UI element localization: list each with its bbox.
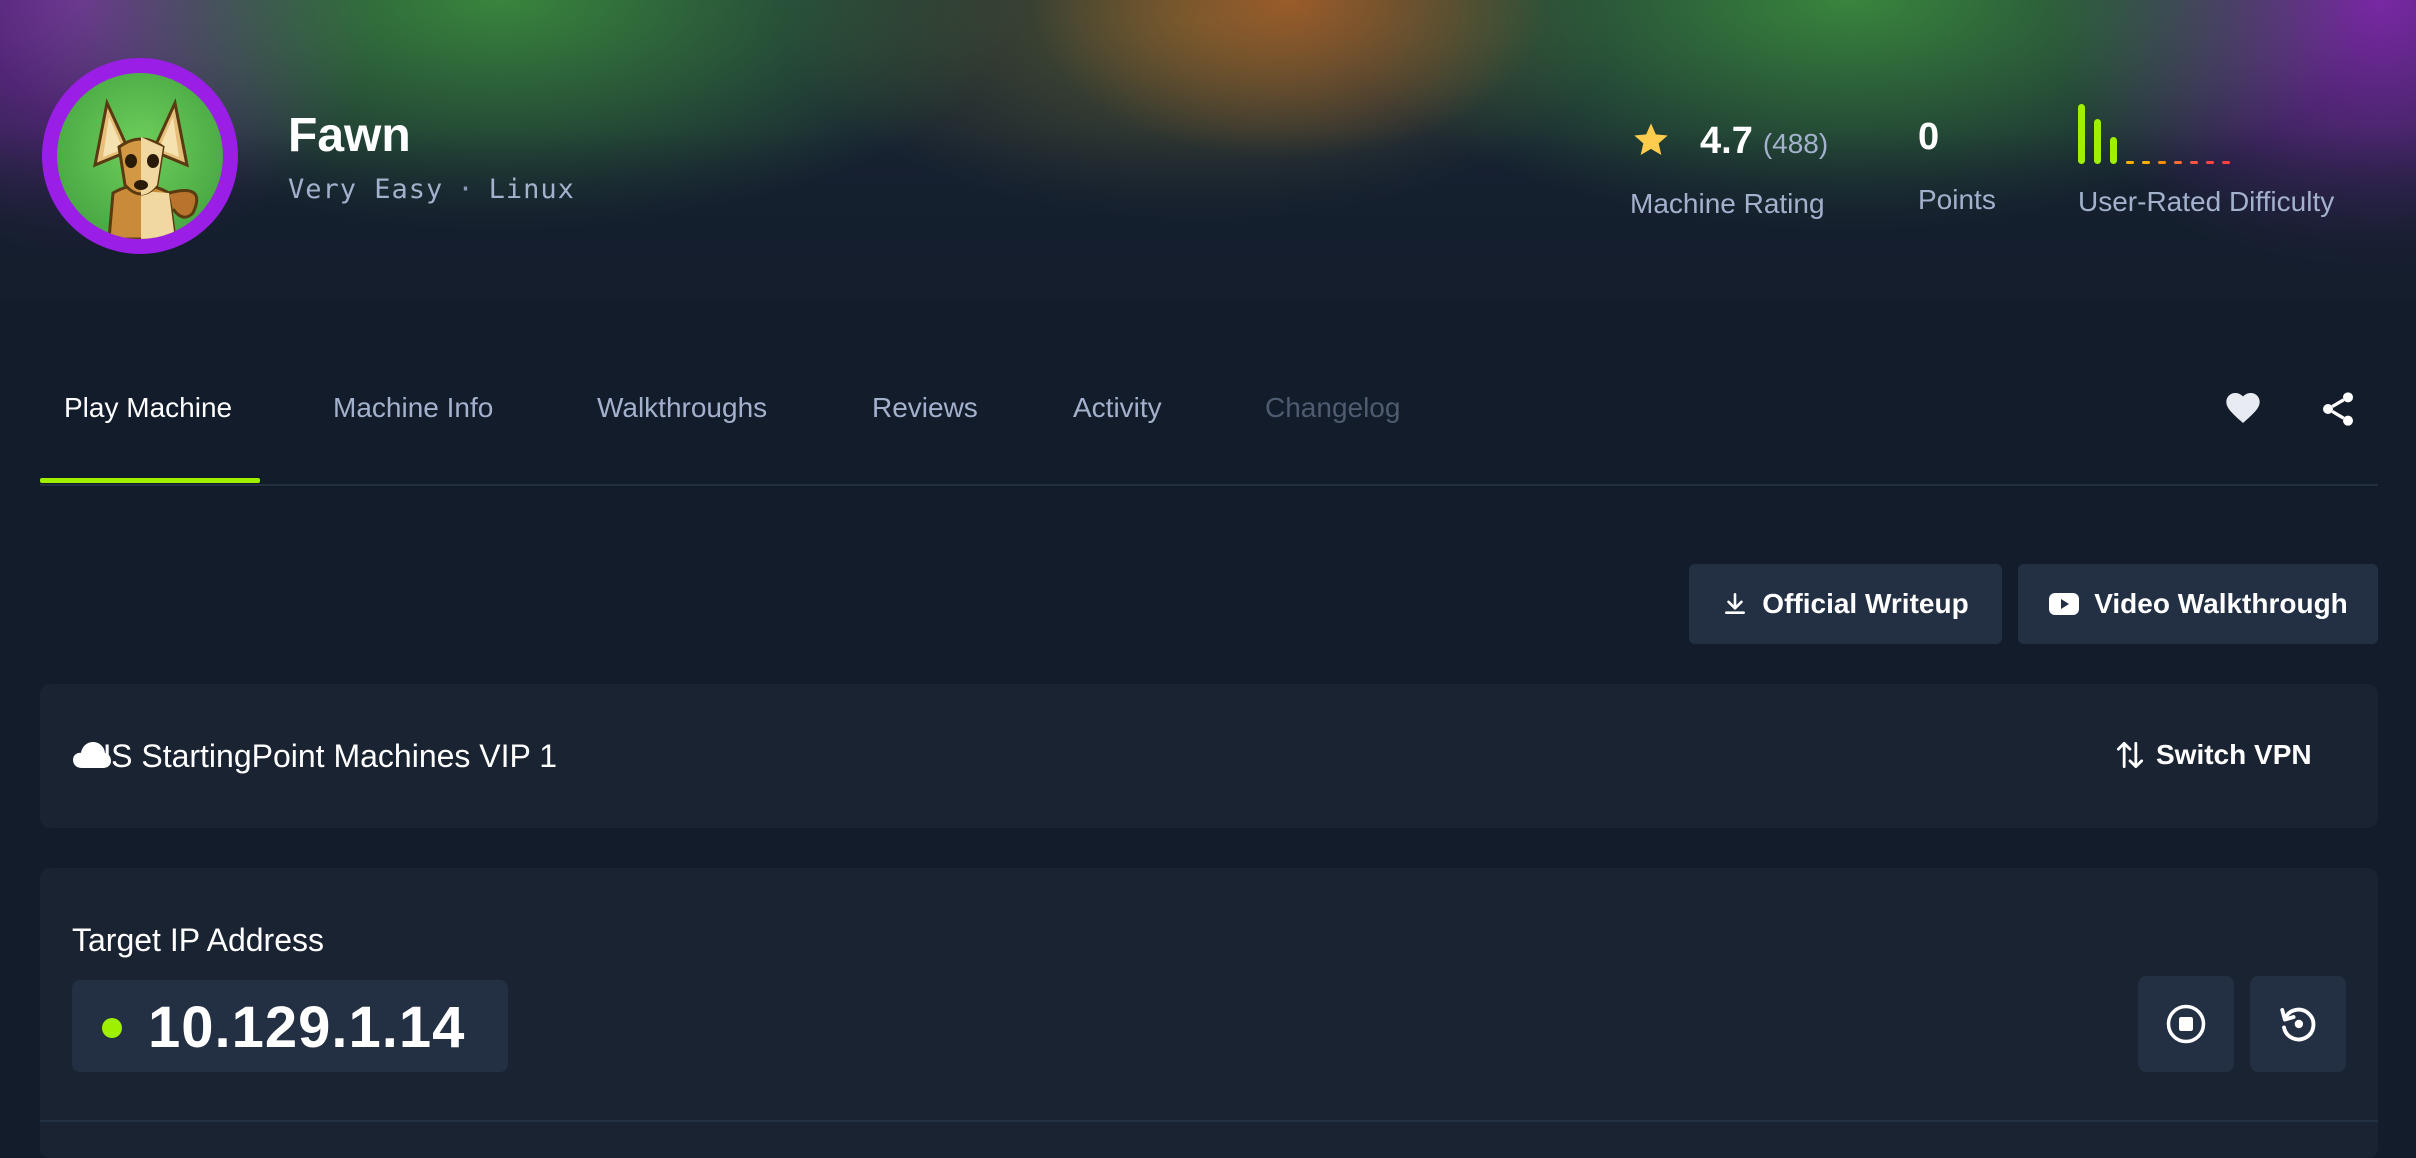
rating-value: 4.7 <box>1700 120 1753 162</box>
heart-icon[interactable] <box>2222 388 2264 428</box>
official-writeup-label: Official Writeup <box>1762 588 1969 619</box>
points-value: 0 <box>1918 116 1940 158</box>
target-ip-box[interactable]: 10.129.1.14 <box>72 980 508 1072</box>
difficulty-bar <box>2222 161 2230 164</box>
target-ip-label: Target IP Address <box>72 922 324 958</box>
tab-reviews[interactable]: Reviews <box>872 392 978 424</box>
meta-separator: · <box>457 174 475 205</box>
switch-arrows-icon <box>2116 741 2144 769</box>
difficulty-bar <box>2158 161 2166 164</box>
reset-icon <box>2280 1007 2316 1042</box>
rating-count: (488) <box>1762 128 1829 159</box>
stop-icon <box>2166 1004 2206 1044</box>
video-walkthrough-label: Video Walkthrough <box>2094 588 2348 619</box>
difficulty-bar <box>2110 137 2117 164</box>
download-icon <box>1725 592 1746 614</box>
reset-machine-button[interactable] <box>2250 976 2346 1072</box>
machine-meta: Very Easy · Linux <box>288 174 575 205</box>
share-icon[interactable] <box>2318 388 2358 430</box>
panel-divider <box>40 1120 2378 1122</box>
stop-machine-button[interactable] <box>2138 976 2234 1072</box>
difficulty-bar <box>2174 161 2182 164</box>
youtube-icon <box>2049 593 2080 615</box>
difficulty-label: User-Rated Difficulty <box>2078 186 2335 217</box>
fawn-avatar-image <box>57 73 223 239</box>
tab-walkthroughs[interactable]: Walkthroughs <box>597 392 767 424</box>
machine-tabs: Play Machine Machine Info Walkthroughs R… <box>40 370 2378 486</box>
difficulty-bar <box>2190 161 2198 164</box>
machine-name: Fawn <box>288 109 411 162</box>
machine-difficulty: Very Easy <box>288 174 444 205</box>
difficulty-chart <box>2078 104 2318 164</box>
difficulty-bar <box>2078 104 2085 164</box>
machine-avatar <box>42 58 238 254</box>
target-ip-value: 10.129.1.14 <box>148 995 466 1060</box>
vpn-server-name: US StartingPoint Machines VIP 1 <box>88 738 557 774</box>
tab-play-machine[interactable]: Play Machine <box>64 392 232 424</box>
rating-label: Machine Rating <box>1630 188 1825 219</box>
points-label: Points <box>1918 184 1996 215</box>
user-rated-difficulty-stat: User-Rated Difficulty <box>2078 104 2334 218</box>
active-tab-indicator <box>40 478 260 483</box>
tab-machine-info[interactable]: Machine Info <box>333 392 493 424</box>
tab-activity[interactable]: Activity <box>1073 392 1162 424</box>
star-icon <box>1634 123 1668 155</box>
switch-vpn-label: Switch VPN <box>2156 739 2312 770</box>
tabs-divider <box>40 484 2378 486</box>
points-stat: 0 Points <box>1918 114 1996 216</box>
difficulty-bar <box>2206 161 2214 164</box>
difficulty-bar <box>2142 161 2150 164</box>
difficulty-bar <box>2126 161 2134 164</box>
official-writeup-button[interactable]: Official Writeup <box>1689 564 2002 644</box>
tab-changelog: Changelog <box>1265 392 1401 423</box>
machine-rating-stat: 4.7 (488) Machine Rating <box>1630 120 1829 220</box>
video-walkthrough-button[interactable]: Video Walkthrough <box>2018 564 2378 644</box>
switch-vpn-button[interactable]: Switch VPN <box>2116 738 2312 772</box>
status-dot <box>102 1018 122 1038</box>
difficulty-bar <box>2094 119 2101 164</box>
machine-os: Linux <box>488 174 575 205</box>
